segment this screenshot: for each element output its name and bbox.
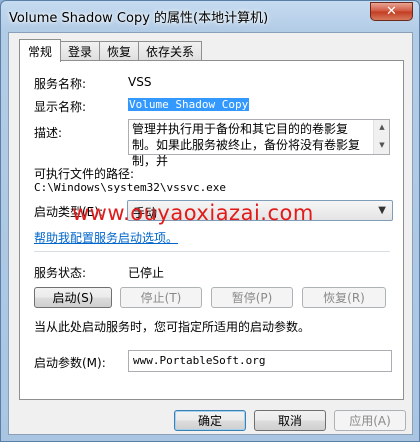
properties-window: Volume Shadow Copy 的属性(本地计算机) ✕ 常规 登录 恢复…	[0, 0, 420, 442]
close-icon: ✕	[386, 4, 397, 19]
ok-button[interactable]: 确定	[174, 410, 246, 431]
divider	[34, 251, 390, 252]
description-scrollbar[interactable]: ▲ ▼	[373, 120, 389, 154]
tab-strip: 常规 登录 恢复 依存关系	[19, 39, 203, 62]
chevron-down-icon: ▼	[378, 205, 386, 216]
close-button[interactable]: ✕	[370, 2, 413, 21]
display-name-label: 显示名称:	[34, 100, 87, 114]
tab-logon[interactable]: 登录	[60, 41, 101, 61]
help-configure-link[interactable]: 帮助我配置服务启动选项。	[34, 229, 178, 246]
apply-button[interactable]: 应用(A)	[334, 410, 406, 431]
startup-type-value: 手动	[133, 206, 158, 220]
service-name-label: 服务名称:	[34, 77, 87, 91]
tab-general[interactable]: 常规	[19, 39, 62, 62]
general-tab-panel: 服务名称: VSS 显示名称: Volume Shadow Copy 描述: 管…	[19, 60, 404, 400]
scroll-up-icon[interactable]: ▲	[374, 120, 390, 134]
exe-path-value: C:\Windows\system32\vssvc.exe	[34, 181, 227, 194]
scroll-down-icon[interactable]: ▼	[374, 138, 390, 152]
title-bar[interactable]: Volume Shadow Copy 的属性(本地计算机) ✕	[1, 1, 419, 31]
description-box[interactable]: 管理并执行用于备份和其它目的的卷影复制。如果此服务被终止，备份将没有卷影复制，并…	[128, 119, 390, 168]
startup-type-select[interactable]: 手动 ▼	[127, 200, 393, 221]
exe-path-label: 可执行文件的路径:	[34, 167, 135, 181]
cancel-button[interactable]: 取消	[254, 410, 326, 431]
resume-button[interactable]: 恢复(R)	[302, 287, 386, 308]
pause-button[interactable]: 暂停(P)	[211, 287, 293, 308]
window-title: Volume Shadow Copy 的属性(本地计算机)	[9, 11, 269, 26]
description-label: 描述:	[34, 126, 63, 140]
description-text: 管理并执行用于备份和其它目的的卷影复制。如果此服务被终止，备份将没有卷影复制，并	[132, 122, 361, 168]
service-status-label: 服务状态:	[34, 266, 87, 280]
start-button[interactable]: 启动(S)	[34, 287, 112, 308]
start-params-hint: 当从此处启动服务时，您可指定所适用的启动参数。	[34, 320, 311, 334]
dialog-client: 常规 登录 恢复 依存关系 服务名称: VSS 显示名称: Volume Sha…	[8, 32, 413, 435]
stop-button[interactable]: 停止(T)	[120, 287, 202, 308]
startup-type-label: 启动类型(E):	[34, 205, 103, 219]
service-status-value: 已停止	[128, 266, 165, 280]
display-name-field[interactable]: Volume Shadow Copy	[128, 98, 250, 111]
start-params-input[interactable]: www.PortableSoft.org	[128, 350, 392, 372]
service-name-value: VSS	[128, 75, 152, 89]
tab-recovery[interactable]: 恢复	[99, 41, 140, 61]
tab-dependencies[interactable]: 依存关系	[138, 41, 203, 61]
start-params-label: 启动参数(M):	[34, 356, 106, 370]
